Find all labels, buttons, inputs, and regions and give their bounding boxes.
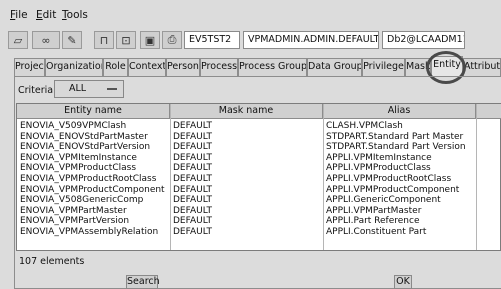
- entity-name-cell: ENOVIA_VPMAssemblyRelation: [20, 226, 159, 237]
- edit-icon[interactable]: ✎: [62, 31, 82, 49]
- context-field[interactable]: VPMADMIN.ADMIN.DEFAULT: [243, 31, 379, 49]
- tab-privilege[interactable]: Privilege: [362, 58, 405, 76]
- unlock-icon[interactable]: ⊓: [94, 31, 114, 49]
- search-button[interactable]: Search: [126, 275, 160, 289]
- column-header-mask-name[interactable]: Mask name: [170, 104, 323, 119]
- tab-role[interactable]: Role: [103, 58, 128, 76]
- entity-name-cell: ENOVIA_VPMPartVersion: [20, 216, 130, 227]
- tab-project[interactable]: Project: [14, 58, 45, 76]
- entity-name-cell: ENOVIA_VPMPartMaster: [20, 205, 127, 216]
- alias-cell: APPLI.Constituent Part: [326, 226, 427, 237]
- entity-name-cell: ENOVIA_VPMItemInstance: [20, 152, 137, 163]
- column-header-entity-name[interactable]: Entity name: [17, 104, 170, 119]
- mask-name-cell: DEFAULT: [173, 163, 212, 174]
- table-header: Entity name Mask name Alias: [17, 104, 501, 119]
- menu-file[interactable]: File: [10, 9, 28, 21]
- criteria-label: Criteria:: [18, 85, 57, 96]
- table-row[interactable]: ENOVIA_ENOVStdPartVersion DEFAULT STDPART.…: [17, 142, 501, 153]
- table-row[interactable]: ENOVIA_VPMAssemblyRelation DEFAULT APPLI.C…: [17, 227, 501, 238]
- table-row[interactable]: ENOVIA_ENOVStdPartMaster DEFAULT STDPART.S…: [17, 132, 501, 143]
- table-row[interactable]: ENOVIA_VPMItemInstance DEFAULT APPLI.VPMIt…: [17, 153, 501, 164]
- tab-context[interactable]: Context: [128, 58, 166, 76]
- tab-process-group[interactable]: Process Group: [238, 58, 307, 76]
- alias-cell: APPLI.VPMPartMaster: [326, 205, 422, 216]
- entity-name-cell: ENOVIA_VPMProductRootClass: [20, 173, 157, 184]
- server-field[interactable]: EV5TST2: [184, 31, 240, 49]
- menu-tools[interactable]: Tools: [62, 9, 88, 21]
- table-row[interactable]: ENOVIA_VPMPartMaster DEFAULT APPLI.VPMPart…: [17, 206, 501, 217]
- mask-name-cell: DEFAULT: [173, 205, 212, 216]
- tab-attribute[interactable]: Attribute: [463, 58, 501, 76]
- table-row[interactable]: ENOVIA_VPMPartVersion DEFAULT APPLI.Part R…: [17, 216, 501, 227]
- alias-cell: APPLI.VPMProductClass: [326, 163, 431, 174]
- open-icon[interactable]: ▱: [8, 31, 28, 49]
- database-field[interactable]: Db2@LCAADM11: [382, 31, 465, 49]
- alias-cell: CLASH.VPMClash: [326, 121, 403, 131]
- tab-person[interactable]: Person: [166, 58, 200, 76]
- mask-name-cell: DEFAULT: [173, 173, 212, 184]
- dropdown-icon: [107, 88, 117, 90]
- criteria-select[interactable]: ALL: [54, 80, 124, 98]
- criteria-value: ALL: [69, 83, 87, 94]
- table-body: ENOVIA_V509VPMClash DEFAULT CLASH.VPMClash…: [17, 121, 501, 238]
- mask-name-cell: DEFAULT: [173, 131, 212, 142]
- toolbar: ▱ ∞ ✎ ⊓ ⊡ ▣ ⎙ EV5TST2 VPMADMIN.ADMIN.DEF…: [6, 27, 501, 51]
- lock-icon[interactable]: ⊡: [116, 31, 136, 49]
- mask-name-cell: DEFAULT: [173, 121, 212, 131]
- entity-name-cell: ENOVIA_VPMProductComponent: [20, 184, 165, 195]
- alias-cell: APPLI.Part Reference: [326, 216, 420, 227]
- alias-cell: APPLI.GenericComponent: [326, 195, 441, 206]
- entity-name-cell: ENOVIA_V508GenericComp: [20, 195, 144, 206]
- alias-cell: APPLI.VPMProductRootClass: [326, 173, 452, 184]
- column-header-alias[interactable]: Alias: [323, 104, 476, 119]
- table-row[interactable]: ENOVIA_V509VPMClash DEFAULT CLASH.VPMClash: [17, 121, 501, 132]
- entity-table: Entity name Mask name Alias ENOVIA_V509V…: [16, 103, 501, 251]
- link-icon[interactable]: ∞: [32, 31, 60, 49]
- tab-organization[interactable]: Organization: [45, 58, 103, 76]
- alias-cell: APPLI.VPMItemInstance: [326, 152, 432, 163]
- tab-process[interactable]: Process: [200, 58, 238, 76]
- mask-name-cell: DEFAULT: [173, 216, 212, 227]
- entity-name-cell: ENOVIA_ENOVStdPartVersion: [20, 142, 151, 153]
- mask-name-cell: DEFAULT: [173, 142, 212, 153]
- alias-cell: STDPART.Standard Part Version: [326, 142, 466, 153]
- menu-bar: File Edit Tools: [0, 0, 501, 22]
- table-row[interactable]: ENOVIA_VPMProductRootClass DEFAULT APPLI.V…: [17, 174, 501, 185]
- table-row[interactable]: ENOVIA_VPMProductClass DEFAULT APPLI.VPMPr…: [17, 163, 501, 174]
- element-count: 107 elements: [19, 256, 85, 267]
- mask-name-cell: DEFAULT: [173, 152, 212, 163]
- menu-edit[interactable]: Edit: [36, 9, 56, 21]
- mask-name-cell: DEFAULT: [173, 226, 212, 237]
- table-row[interactable]: ENOVIA_VPMProductComponent DEFAULT APPLI.V…: [17, 185, 501, 196]
- save-icon[interactable]: ▣: [140, 31, 160, 49]
- entity-name-cell: ENOVIA_ENOVStdPartMaster: [20, 131, 148, 142]
- alias-cell: APPLI.VPMProductComponent: [326, 184, 460, 195]
- entity-name-cell: ENOVIA_VPMProductClass: [20, 163, 137, 174]
- alias-cell: STDPART.Standard Part Master: [326, 131, 464, 142]
- mask-name-cell: DEFAULT: [173, 184, 212, 195]
- entity-name-cell: ENOVIA_V509VPMClash: [20, 121, 127, 131]
- column-header-filler: [476, 104, 501, 119]
- mask-name-cell: DEFAULT: [173, 195, 212, 206]
- tab-data-group[interactable]: Data Group: [307, 58, 362, 76]
- print-icon[interactable]: ⎙: [162, 31, 182, 49]
- table-row[interactable]: ENOVIA_V508GenericComp DEFAULT APPLI.Gener…: [17, 195, 501, 206]
- ok-button[interactable]: OK: [394, 275, 412, 289]
